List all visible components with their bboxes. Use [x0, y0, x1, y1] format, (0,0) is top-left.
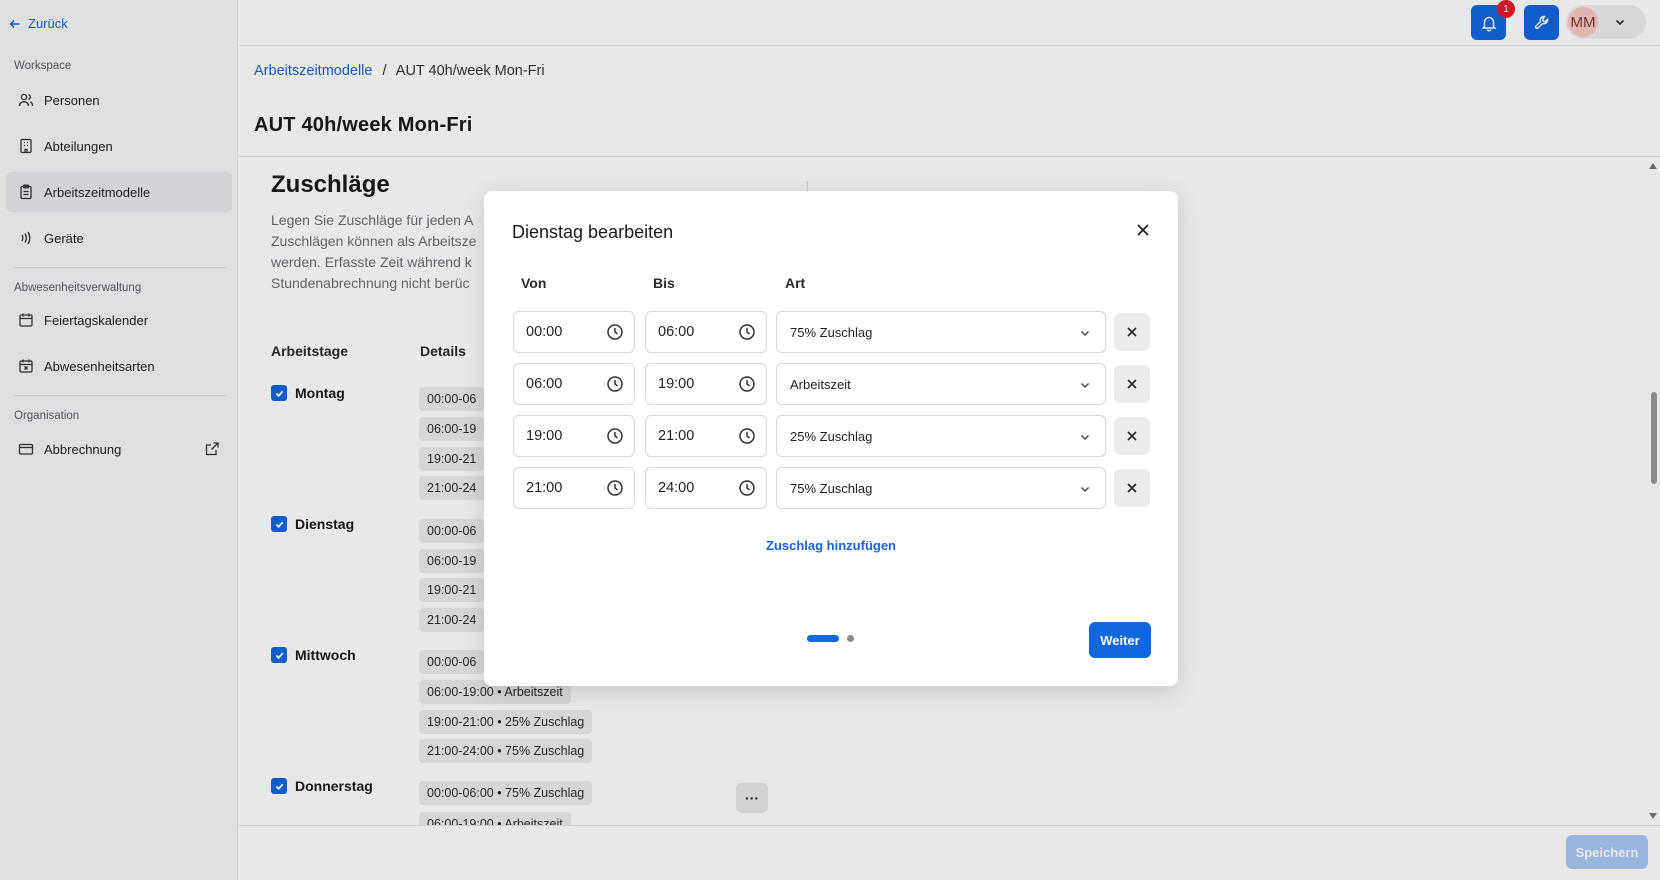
from-time-input[interactable]: 19:00	[513, 415, 635, 457]
surcharge-row: 06:00 19:00 Arbeitszeit	[513, 363, 1153, 405]
clock-icon	[739, 480, 755, 496]
clock-icon	[607, 480, 623, 496]
time-value: 21:00	[526, 480, 563, 496]
clock-icon	[607, 428, 623, 444]
to-time-input[interactable]: 21:00	[645, 415, 767, 457]
close-icon	[1127, 431, 1137, 441]
clock-icon	[739, 428, 755, 444]
remove-row-button[interactable]	[1114, 417, 1150, 455]
time-value: 21:00	[658, 428, 695, 444]
add-surcharge-link[interactable]: Zuschlag hinzufügen	[484, 538, 1178, 553]
add-surcharge-label: Zuschlag hinzufügen	[766, 538, 896, 553]
step-dot	[847, 635, 854, 642]
surcharge-row: 00:00 06:00 75% Zuschlag	[513, 311, 1153, 353]
close-icon	[1127, 327, 1137, 337]
type-select[interactable]: 75% Zuschlag	[776, 467, 1106, 509]
clock-icon	[607, 376, 623, 392]
from-time-input[interactable]: 21:00	[513, 467, 635, 509]
type-select[interactable]: Arbeitszeit	[776, 363, 1106, 405]
clock-icon	[607, 324, 623, 340]
close-icon	[1127, 483, 1137, 493]
surcharge-row: 19:00 21:00 25% Zuschlag	[513, 415, 1153, 457]
from-time-input[interactable]: 06:00	[513, 363, 635, 405]
chevron-down-icon	[1081, 383, 1089, 388]
select-value: 25% Zuschlag	[790, 428, 873, 444]
column-header-type: Art	[785, 275, 806, 291]
remove-row-button[interactable]	[1114, 313, 1150, 351]
select-value: 75% Zuschlag	[790, 324, 873, 340]
select-value: 75% Zuschlag	[790, 480, 873, 496]
close-icon	[1137, 224, 1149, 236]
step-indicator	[807, 635, 854, 642]
chevron-down-icon	[1081, 487, 1089, 492]
to-time-input[interactable]: 19:00	[645, 363, 767, 405]
type-select[interactable]: 25% Zuschlag	[776, 415, 1106, 457]
step-dot-active	[807, 635, 839, 642]
time-value: 19:00	[526, 428, 563, 444]
time-value: 24:00	[658, 480, 695, 496]
close-icon	[1127, 379, 1137, 389]
to-time-input[interactable]: 24:00	[645, 467, 767, 509]
chevron-down-icon	[1081, 331, 1089, 336]
edit-day-dialog: Dienstag bearbeiten Von Bis Art 00:00 06…	[484, 191, 1178, 686]
surcharge-row: 21:00 24:00 75% Zuschlag	[513, 467, 1153, 509]
time-value: 19:00	[658, 376, 695, 392]
column-header-from: Von	[521, 275, 547, 291]
to-time-input[interactable]: 06:00	[645, 311, 767, 353]
remove-row-button[interactable]	[1114, 469, 1150, 507]
close-button[interactable]	[1132, 219, 1154, 241]
clock-icon	[739, 376, 755, 392]
time-value: 06:00	[526, 376, 563, 392]
select-value: Arbeitszeit	[790, 376, 851, 392]
column-header-to: Bis	[653, 275, 675, 291]
dialog-title: Dienstag bearbeiten	[512, 222, 674, 242]
next-button[interactable]: Weiter	[1089, 622, 1151, 658]
from-time-input[interactable]: 00:00	[513, 311, 635, 353]
time-value: 06:00	[658, 324, 695, 340]
type-select[interactable]: 75% Zuschlag	[776, 311, 1106, 353]
clock-icon	[739, 324, 755, 340]
time-value: 00:00	[526, 324, 563, 340]
remove-row-button[interactable]	[1114, 365, 1150, 403]
chevron-down-icon	[1081, 435, 1089, 440]
